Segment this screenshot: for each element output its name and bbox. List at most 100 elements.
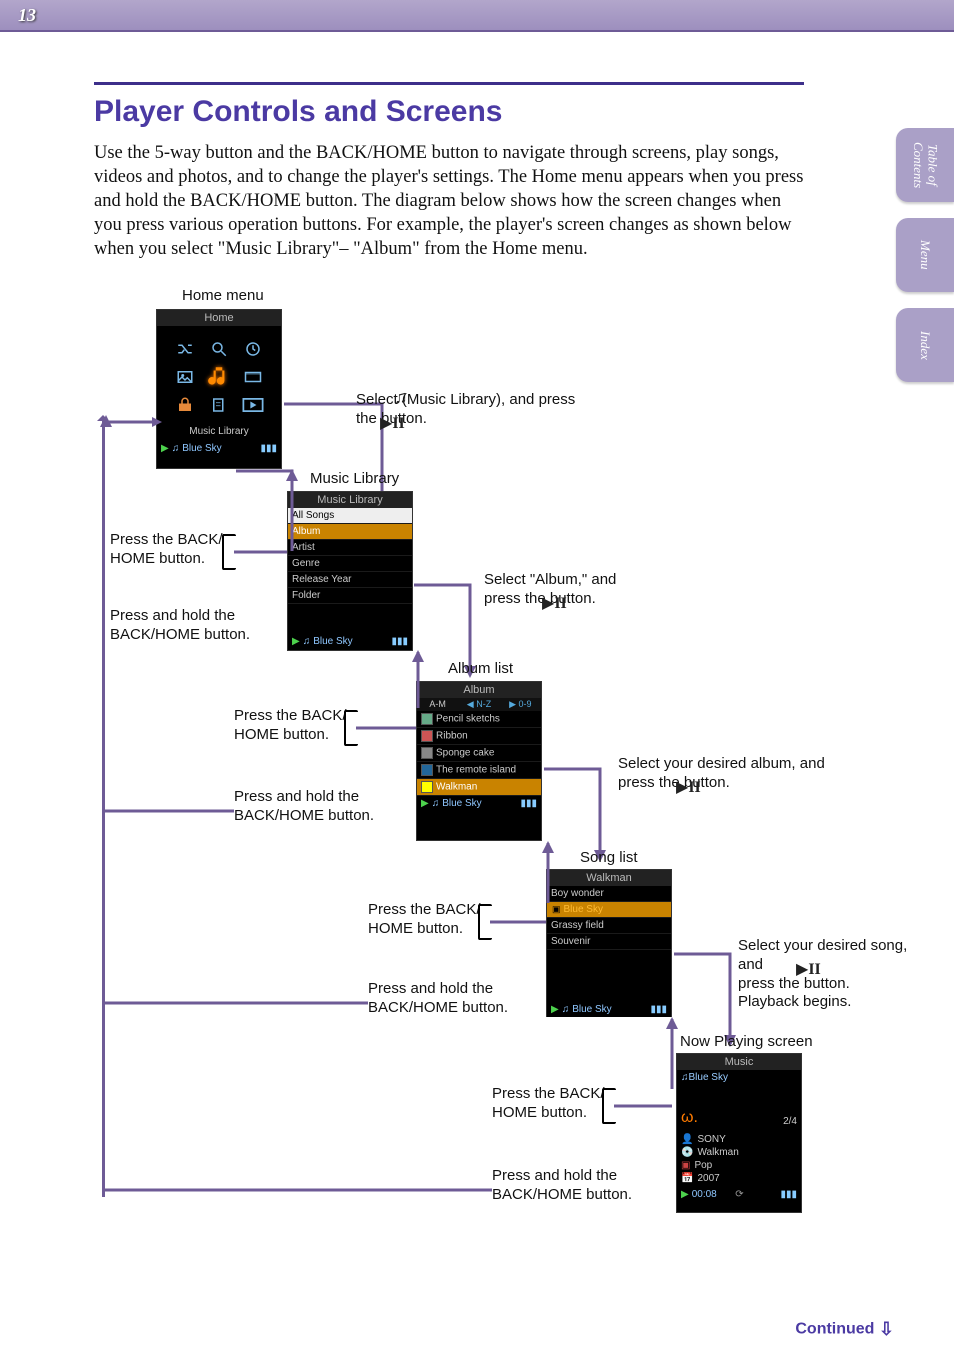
home-footer: ▶♫Blue Sky▮▮▮ xyxy=(157,441,281,456)
album-art-icon xyxy=(421,781,433,793)
np-track: 2/4 xyxy=(783,1116,797,1127)
screen-music-library: Music Library All Songs Album Artist Gen… xyxy=(287,491,413,651)
label-select-desired-song: Select your desired song, and press the … xyxy=(738,937,914,1012)
conn-back-3 xyxy=(490,917,546,927)
label-now-playing: Now Playing screen xyxy=(680,1033,813,1052)
settings-icon xyxy=(169,392,201,418)
conn-song-up xyxy=(492,841,552,907)
down-arrow-icon: ⇩ xyxy=(879,1319,894,1340)
ml-title: Music Library xyxy=(288,492,412,508)
play-pause-inline-icon: ▶II xyxy=(542,593,567,613)
year-icon: 📅 xyxy=(681,1173,693,1184)
tab-toc[interactable]: Table of Contents xyxy=(896,128,954,202)
play-indicator-icon: ▶ xyxy=(161,443,169,454)
np-title: Music xyxy=(677,1054,801,1070)
np-art: ω. 2/4 xyxy=(677,1085,801,1129)
note-icon: ♫ xyxy=(303,636,311,647)
album-art-icon xyxy=(421,713,433,725)
eq-icon: ▮▮▮ xyxy=(260,443,277,454)
walkman-logo-icon: ω. xyxy=(681,1109,698,1127)
album-art-icon xyxy=(421,730,433,742)
ml-item: All Songs xyxy=(288,508,412,524)
sl-list: Boy wonder ▣Blue Sky Grassy field Souven… xyxy=(547,886,671,950)
al-item: Pencil sketchs xyxy=(417,711,541,728)
shuffle-icon xyxy=(169,336,201,362)
eq-icon: ▮▮▮ xyxy=(650,1004,667,1015)
conn-lib-up xyxy=(236,469,294,553)
music-note-inline-icon: ♫ xyxy=(394,387,408,408)
play-pause-inline-icon: ▶II xyxy=(676,777,701,797)
artist-icon: 👤 xyxy=(681,1134,693,1145)
screen-song-list: Walkman Boy wonder ▣Blue Sky Grassy fiel… xyxy=(546,869,672,1017)
label-press-back-2: Press the BACK/ HOME button. xyxy=(234,707,347,745)
conn-hold-2 xyxy=(102,806,234,816)
play-indicator-icon: ▶ xyxy=(681,1189,689,1200)
label-press-hold-1: Press and hold the BACK/HOME button. xyxy=(110,607,250,645)
genre-icon: ▣ xyxy=(681,1160,690,1171)
ml-list: All Songs Album Artist Genre Release Yea… xyxy=(288,508,412,604)
ml-item-selected: Album xyxy=(288,524,412,540)
sl-item: Souvenir xyxy=(547,934,671,950)
np-footer: ▶00:08⟳▮▮▮ xyxy=(677,1187,801,1202)
label-press-hold-3: Press and hold the BACK/HOME button. xyxy=(368,980,508,1018)
screen-now-playing: Music ♫Blue Sky ω. 2/4 👤SONY 💿Walkman ▣P… xyxy=(676,1053,802,1213)
tab-menu[interactable]: Menu xyxy=(896,218,954,292)
label-press-back-3: Press the BACK/ HOME button. xyxy=(368,901,481,939)
label-press-hold-2: Press and hold the BACK/HOME button. xyxy=(234,788,374,826)
label-music-library: Music Library xyxy=(310,470,399,489)
page-title: Player Controls and Screens xyxy=(94,95,804,129)
conn-top-return xyxy=(102,417,162,427)
play-pause-inline-icon: ▶II xyxy=(796,959,821,979)
eq-icon: ▮▮▮ xyxy=(780,1189,797,1200)
rule xyxy=(94,82,804,85)
screen-home: Home Music Library ▶♫Blue Sky▮▮▮ xyxy=(156,309,282,469)
note-icon: ♫ xyxy=(562,1004,570,1015)
sl-item: Grassy field xyxy=(547,918,671,934)
play-indicator-icon: ▶ xyxy=(292,636,300,647)
ml-footer: ▶♫Blue Sky▮▮▮ xyxy=(288,634,412,649)
intro-paragraph: Use the 5-way button and the BACK/HOME b… xyxy=(94,141,804,261)
play-indicator-icon: ▶ xyxy=(551,1004,559,1015)
np-meta: 👤SONY 💿Walkman ▣Pop 📅2007 xyxy=(677,1129,801,1187)
ml-item: Genre xyxy=(288,556,412,572)
conn-hold-4 xyxy=(102,1185,492,1195)
page-body: Table of Contents Menu Index Player Cont… xyxy=(0,32,954,1370)
page-number: 13 xyxy=(18,5,36,26)
note-icon: ♫ xyxy=(172,443,180,454)
sl-item: Boy wonder xyxy=(547,886,671,902)
home-grid xyxy=(157,326,281,424)
album-icon: 💿 xyxy=(681,1147,693,1158)
label-home-menu: Home menu xyxy=(182,287,264,306)
now-playing-icon xyxy=(237,392,269,418)
al-tabs: A-M ◀ N-Z ▶ 0-9 xyxy=(417,698,541,711)
screen-home-title: Home xyxy=(157,310,281,326)
repeat-icon: ⟳ xyxy=(735,1189,743,1200)
note-icon: ♫ xyxy=(681,1072,689,1083)
note-icon: ♫ xyxy=(432,798,440,809)
label-press-back-1: Press the BACK/ HOME button. xyxy=(110,531,223,569)
ml-item: Artist xyxy=(288,540,412,556)
diagram: Home menu Home Music Library ▶♫Blue Sky▮… xyxy=(94,287,914,1247)
label-press-back-4: Press the BACK/ HOME button. xyxy=(492,1085,605,1123)
page-header-bar: 13 xyxy=(0,0,954,32)
np-song: ♫Blue Sky xyxy=(677,1070,801,1085)
al-item-selected: Walkman xyxy=(417,779,541,796)
video-icon xyxy=(237,364,269,390)
album-art-icon xyxy=(421,747,433,759)
al-item: Ribbon xyxy=(417,728,541,745)
conn-back-2 xyxy=(356,723,416,733)
label-album-list: Album list xyxy=(448,660,513,679)
al-title: Album xyxy=(417,682,541,698)
conn-np-up xyxy=(616,1017,676,1093)
home-caption: Music Library xyxy=(157,424,281,441)
album-art-icon xyxy=(421,764,433,776)
photo-icon xyxy=(169,364,201,390)
al-list: Pencil sketchs Ribbon Sponge cake The re… xyxy=(417,711,541,796)
label-select-desired-album: Select your desired album, and press the… xyxy=(618,755,825,793)
sl-footer: ▶♫Blue Sky▮▮▮ xyxy=(547,1002,671,1017)
conn-album-up xyxy=(358,650,422,710)
continued-note: Continued ⇩ xyxy=(795,1319,894,1340)
play-pause-inline-icon: ▶II xyxy=(380,413,405,433)
conn-hold-3 xyxy=(102,998,368,1008)
al-footer: ▶♫Blue Sky▮▮▮ xyxy=(417,796,541,811)
